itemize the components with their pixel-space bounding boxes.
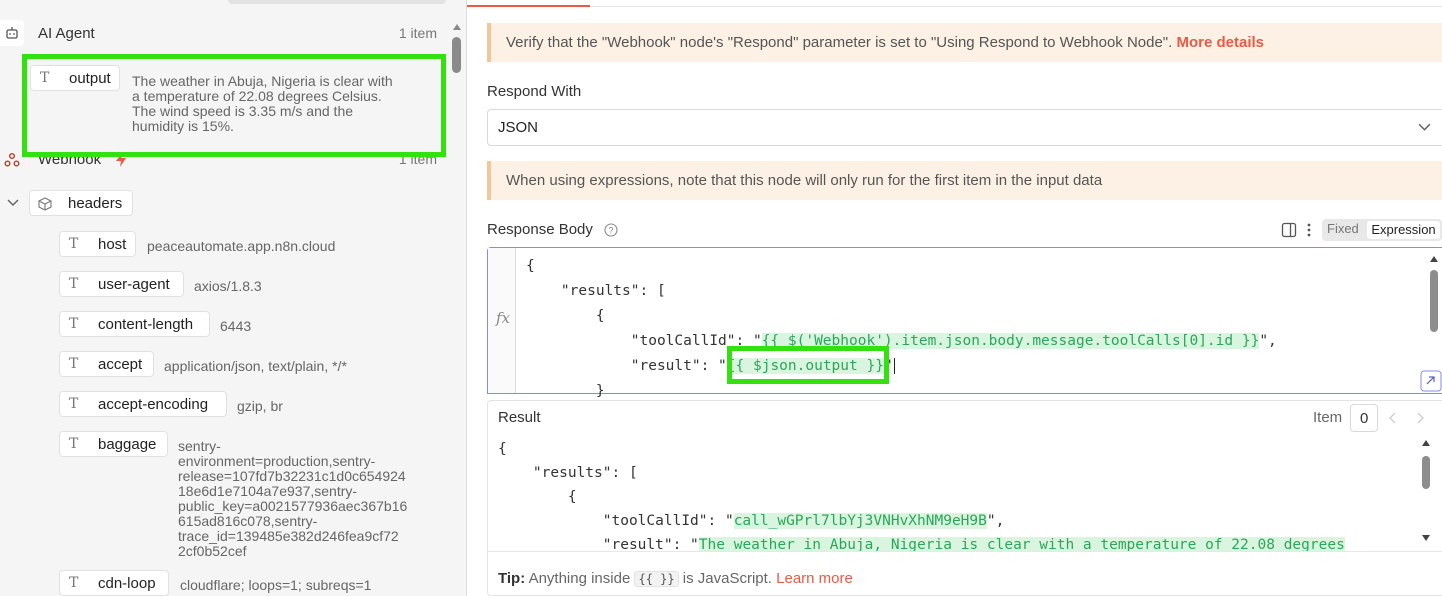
field-key: cdn-loop [98,575,156,592]
warning-text: Verify that the "Webhook" node's "Respon… [506,34,1173,51]
header-field-accept-encoding[interactable]: T accept-encoding [59,391,227,417]
field-key: accept [98,356,143,373]
svg-text:?: ? [608,226,613,236]
text-type-icon: T [69,575,79,591]
result-line: { [498,441,507,457]
header-value-accept: application/json, text/plain, */* [164,358,347,374]
robot-icon [6,27,18,39]
chevron-left-icon[interactable] [1389,412,1397,424]
editor-line: } [526,383,605,399]
header-field-accept[interactable]: T accept [59,351,154,377]
result-divider [488,551,1442,552]
result-scrollbar-thumb[interactable] [1422,456,1430,489]
fixed-mode-button[interactable]: Fixed [1327,221,1359,239]
expand-editor-icon[interactable] [1420,370,1442,392]
header-value-baggage: sentry- environment=production,sentry- r… [178,438,408,559]
text-type-icon: T [69,276,79,292]
field-key: user-agent [98,276,170,293]
header-value-cdn-loop: cloudflare; loops=1; subreqs=1 [180,577,372,593]
active-tab-indicator[interactable] [467,5,590,7]
header-field-user-agent[interactable]: T user-agent [59,271,184,297]
header-field-content-length[interactable]: T content-length [59,311,210,337]
result-panel [487,400,1442,596]
tab-bar-border [467,6,1442,7]
header-value-content-length: 6443 [220,318,252,334]
header-value-accept-encoding: gzip, br [237,398,283,414]
expression-mode-button[interactable]: Expression [1367,221,1440,239]
editor-line: { [526,258,535,274]
left-scrollbar-thumb[interactable] [452,37,461,73]
header-field-host[interactable]: T host [59,231,136,257]
webhook-icon [4,153,20,167]
field-key: host [98,236,127,253]
result-value: The weather in Abuja, Nigeria is clear w… [698,537,1345,551]
header-field-baggage[interactable]: T baggage [59,431,168,457]
field-headers[interactable]: headers [29,190,133,216]
more-details-link[interactable]: More details [1176,34,1264,51]
response-body-label: Response Body [487,221,593,238]
expression-note-warning: When using expressions, note that this n… [487,161,1442,200]
learn-more-link[interactable]: Learn more [776,570,853,587]
editor-line: "results": [ [526,283,666,299]
item-label: Item [1313,409,1343,426]
text-type-icon: T [69,396,79,412]
chevron-down-icon[interactable] [1418,123,1431,132]
result-line-result: "result": "The weather in Abuja, Nigeria… [498,537,1345,551]
panel-divider[interactable] [466,0,467,596]
scroll-up-arrow[interactable] [453,24,461,30]
code-chip: {{ }} [634,571,679,587]
editor-scroll-up-arrow[interactable] [1430,256,1438,262]
text-type-icon: T [69,356,79,372]
result-line: "results": [ [498,465,638,481]
respond-with-label: Respond With [487,83,582,100]
tip-text: Anything inside [528,570,631,587]
chevron-down-icon[interactable] [7,199,19,207]
field-key: content-length [98,316,194,333]
text-type-icon: T [69,316,79,332]
more-vertical-icon[interactable] [1306,223,1312,237]
toolcall-value: call_wGPrl7lbYj3VNHvXhNM9eH9B [733,513,987,529]
tip-text: is JavaScript. [682,570,772,587]
cube-icon [38,197,52,211]
header-value-user-agent: axios/1.8.3 [194,278,262,294]
respond-with-value: JSON [498,119,539,136]
split-panel-icon[interactable] [1281,222,1297,238]
result-scroll-up-arrow[interactable] [1422,440,1430,446]
header-value-host: peaceautomate.app.n8n.cloud [147,238,336,254]
tip-line: Tip: Anything inside {{ }} is JavaScript… [498,570,853,587]
chevron-right-icon[interactable] [1416,412,1424,424]
highlight-box-expression [727,346,889,384]
highlight-box-output [22,54,446,157]
fx-icon: fx [496,309,511,327]
text-type-icon: T [69,436,79,452]
input-mode-toggle[interactable] [228,0,446,4]
tip-bold: Tip: [498,570,526,587]
warning-text: When using expressions, note that this n… [506,172,1103,189]
node-item-count: 1 item [398,25,437,41]
webhook-respond-warning: Verify that the "Webhook" node's "Respon… [487,23,1442,62]
respond-with-select[interactable] [487,109,1442,146]
result-line: { [498,489,577,505]
editor-line: { [526,308,605,324]
text-type-icon: T [69,236,79,252]
header-field-cdn-loop[interactable]: T cdn-loop [59,570,169,596]
field-key: headers [68,195,123,212]
item-index-input[interactable]: 0 [1350,404,1378,432]
node-icon-bg [0,20,24,46]
node-name-ai-agent[interactable]: AI Agent [38,25,95,42]
result-line-toolcall: "toolCallId": "call_wGPrl7lbYj3VNHvXhNM9… [498,513,1005,529]
result-scroll-down-arrow[interactable] [1422,535,1430,541]
editor-scrollbar-thumb[interactable] [1430,270,1438,332]
result-label: Result [498,409,541,426]
editor-line-toolcall: "toolCallId": "{{ $('Webhook').item.json… [526,333,1277,349]
field-key: accept-encoding [98,396,209,413]
help-icon[interactable]: ? [604,223,618,237]
text-cursor [893,358,895,374]
field-key: baggage [98,436,157,453]
